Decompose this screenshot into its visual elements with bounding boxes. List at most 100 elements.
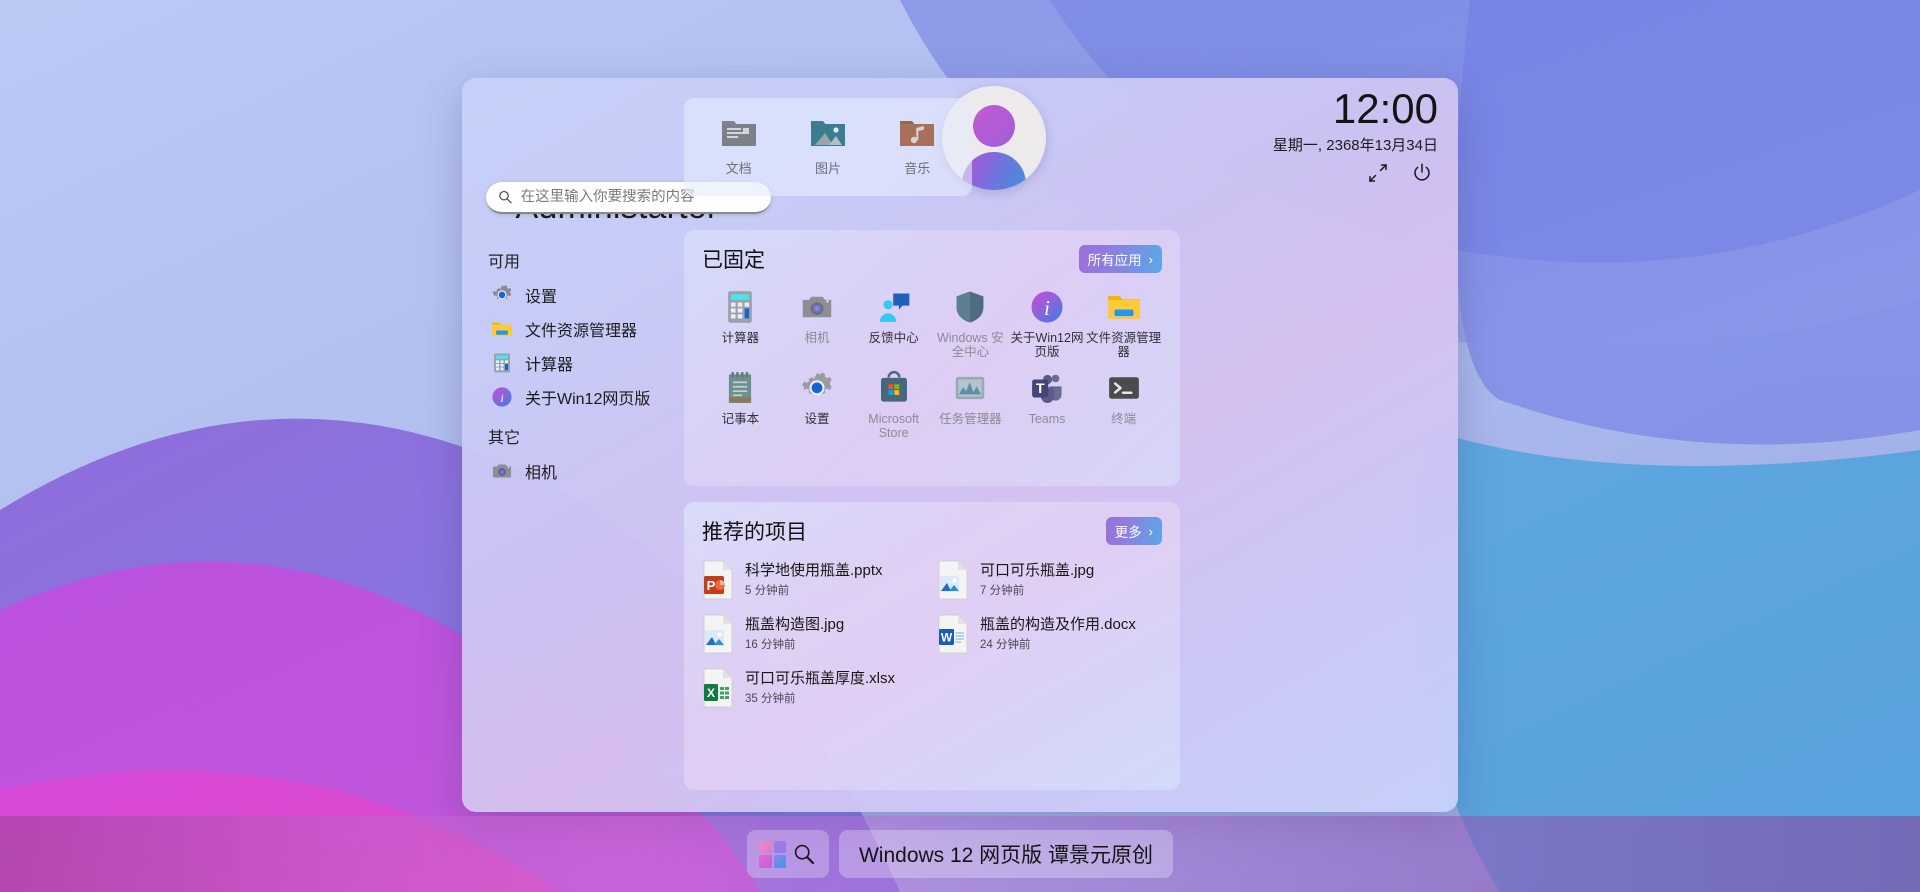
pinned-app-label: 计算器 <box>702 331 779 345</box>
powerpoint-file-icon: P <box>702 560 734 600</box>
clock-date: 星期一, 2368年13月34日 <box>1178 134 1438 155</box>
pinned-app-label: Teams <box>1009 412 1086 426</box>
folder-item-documents[interactable]: 文档 <box>702 117 776 177</box>
excel-file-icon: X <box>702 668 734 708</box>
pinned-app-label: 文件资源管理器 <box>1085 331 1162 359</box>
svg-text:i: i <box>1044 298 1050 320</box>
quick-folders-card: 文档 图片 <box>684 98 972 196</box>
teams-icon: T <box>1028 369 1066 407</box>
image-file-icon <box>702 614 734 654</box>
search-icon <box>792 842 816 866</box>
folder-label: 音乐 <box>880 158 954 177</box>
recommended-item-name: 可口可乐瓶盖.jpg <box>980 562 1094 580</box>
calculator-icon <box>490 351 514 375</box>
pinned-apps-card: 已固定 所有应用 › <box>684 230 1180 486</box>
recommended-item-name: 瓶盖构造图.jpg <box>745 616 844 634</box>
folder-label: 图片 <box>791 158 865 177</box>
recommended-card: 推荐的项目 更多 › P <box>684 502 1180 790</box>
recommended-item-name: 可口可乐瓶盖厚度.xlsx <box>745 670 895 688</box>
pinned-title: 已固定 <box>702 244 765 274</box>
recommended-item-time: 7 分钟前 <box>980 582 1094 598</box>
folder-item-music[interactable]: 音乐 <box>880 117 954 177</box>
music-folder-icon <box>898 117 936 149</box>
recommended-item[interactable]: X 可口可乐瓶盖厚度.xlsx 35 分钟前 <box>702 668 927 708</box>
pinned-app-label: 终端 <box>1085 412 1162 426</box>
recommended-item-time: 35 分钟前 <box>745 690 895 706</box>
svg-text:i: i <box>500 391 503 405</box>
recommended-item-time: 16 分钟前 <box>745 636 844 652</box>
more-label: 更多 <box>1115 521 1142 541</box>
pinned-app-microsoft-store[interactable]: Microsoft Store <box>855 365 932 440</box>
recommended-item-name: 瓶盖的构造及作用.docx <box>980 616 1136 634</box>
calculator-icon <box>721 288 759 326</box>
list-item-label: 相机 <box>525 459 557 483</box>
recommended-item[interactable]: 瓶盖构造图.jpg 16 分钟前 <box>702 614 927 654</box>
clock-block: 12:00 星期一, 2368年13月34日 <box>1178 86 1438 185</box>
list-item-label: 文件资源管理器 <box>525 317 637 341</box>
power-icon[interactable] <box>1410 161 1434 185</box>
svg-text:T: T <box>1036 381 1045 397</box>
taskbar-window-title: Windows 12 网页版 谭景元原创 <box>859 839 1153 869</box>
chevron-right-icon: › <box>1149 253 1153 266</box>
feedback-hub-icon <box>875 288 913 326</box>
svg-text:W: W <box>941 631 953 645</box>
pinned-grid: 计算器 相机 <box>702 284 1162 440</box>
recommended-item-time: 24 分钟前 <box>980 636 1136 652</box>
list-item-label: 设置 <box>525 283 557 307</box>
pinned-app-label: 设置 <box>779 412 856 426</box>
list-item-label: 关于Win12网页版 <box>525 385 650 409</box>
word-file-icon: W <box>937 614 969 654</box>
chevron-right-icon: › <box>1149 525 1153 538</box>
pinned-app-camera[interactable]: 相机 <box>779 284 856 359</box>
pinned-app-label: 相机 <box>779 331 856 345</box>
settings-gear-icon <box>490 283 514 307</box>
pinned-app-windows-security[interactable]: Windows 安全中心 <box>932 284 1009 359</box>
start-menu-panel: Administartor 可用 设置 <box>462 78 1458 812</box>
recommended-grid: P 科学地使用瓶盖.pptx 5 分钟前 <box>702 560 1162 708</box>
task-manager-icon <box>951 369 989 407</box>
svg-text:X: X <box>707 686 715 700</box>
pinned-app-file-explorer[interactable]: 文件资源管理器 <box>1085 284 1162 359</box>
pinned-app-feedback-hub[interactable]: 反馈中心 <box>855 284 932 359</box>
pinned-app-teams[interactable]: T Teams <box>1009 365 1086 440</box>
svg-text:P: P <box>707 578 716 593</box>
info-circle-icon: i <box>490 385 514 409</box>
image-file-icon <box>937 560 969 600</box>
taskbar-window-button[interactable]: Windows 12 网页版 谭景元原创 <box>839 830 1173 878</box>
recommended-item-time: 5 分钟前 <box>745 582 883 598</box>
folder-explorer-icon <box>490 317 514 341</box>
pinned-app-label: 记事本 <box>702 412 779 426</box>
all-apps-button[interactable]: 所有应用 › <box>1079 245 1162 273</box>
pinned-app-task-manager[interactable]: 任务管理器 <box>932 365 1009 440</box>
recommended-card-header: 推荐的项目 更多 › <box>702 516 1162 546</box>
recommended-item[interactable]: P 科学地使用瓶盖.pptx 5 分钟前 <box>702 560 927 600</box>
store-bag-icon <box>875 369 913 407</box>
pinned-app-label: 反馈中心 <box>855 331 932 345</box>
expand-arrows-icon[interactable] <box>1366 161 1390 185</box>
pinned-app-notepad[interactable]: 记事本 <box>702 365 779 440</box>
pinned-app-terminal[interactable]: 终端 <box>1085 365 1162 440</box>
folder-item-pictures[interactable]: 图片 <box>791 117 865 177</box>
camera-icon <box>490 459 514 483</box>
pinned-app-label: 任务管理器 <box>932 412 1009 426</box>
taskbar: Windows 12 网页版 谭景元原创 <box>0 816 1920 892</box>
recommended-item-name: 科学地使用瓶盖.pptx <box>745 562 883 580</box>
camera-icon <box>798 288 836 326</box>
notepad-icon <box>721 369 759 407</box>
clock-time: 12:00 <box>1178 86 1438 132</box>
all-apps-label: 所有应用 <box>1088 249 1142 269</box>
pinned-app-label: Microsoft Store <box>855 412 932 440</box>
pinned-app-settings[interactable]: 设置 <box>779 365 856 440</box>
search-icon <box>498 189 513 205</box>
recommended-item[interactable]: W 瓶盖的构造及作用.docx 24 分钟前 <box>937 614 1162 654</box>
more-button[interactable]: 更多 › <box>1106 517 1162 545</box>
recommended-item[interactable]: 可口可乐瓶盖.jpg 7 分钟前 <box>937 560 1162 600</box>
info-circle-icon: i <box>1028 288 1066 326</box>
folder-label: 文档 <box>702 158 776 177</box>
desktop: Administartor 可用 设置 <box>0 0 1920 892</box>
pinned-app-about-win12[interactable]: i 关于Win12网页版 <box>1009 284 1086 359</box>
pinned-app-label: Windows 安全中心 <box>932 331 1009 359</box>
recommended-title: 推荐的项目 <box>702 516 807 546</box>
pinned-app-calculator[interactable]: 计算器 <box>702 284 779 359</box>
start-button[interactable] <box>747 830 829 878</box>
